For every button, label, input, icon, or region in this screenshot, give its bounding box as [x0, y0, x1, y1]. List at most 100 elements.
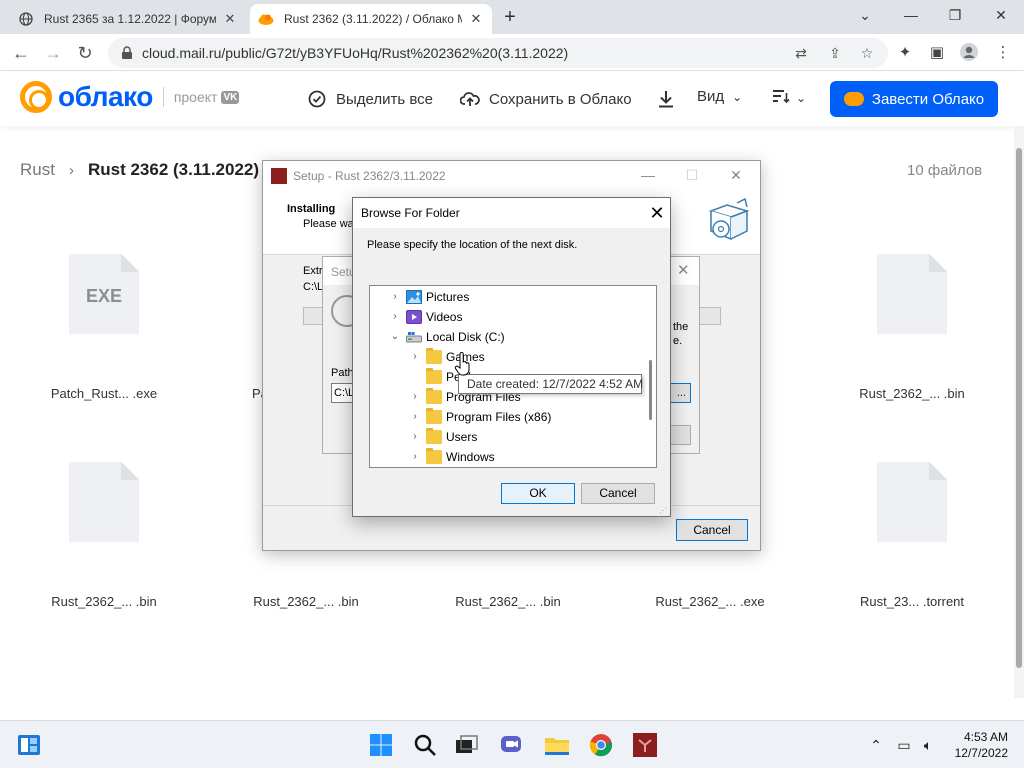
side-panel-icon[interactable]: ▣ [926, 42, 948, 64]
maximize-button[interactable]: ❐ [942, 4, 968, 26]
save-to-cloud-button[interactable]: Сохранить в Облако [459, 88, 632, 110]
tree-item-label: Program Files (x86) [446, 410, 552, 424]
tree-item-pictures[interactable]: › Pictures [370, 287, 646, 307]
file-name: Rust_23... .torrent [859, 594, 965, 609]
scrollbar-thumb[interactable] [649, 360, 652, 420]
chevron-down-icon[interactable]: ⌄ [852, 4, 878, 26]
close-window-button[interactable]: ✕ [988, 4, 1014, 26]
close-icon[interactable]: ✕ [677, 261, 690, 279]
dialog-text: the [673, 321, 689, 333]
file-item[interactable]: Rust_2362_... .bin [14, 462, 194, 609]
close-icon[interactable]: ✕ [645, 201, 669, 225]
task-view-icon[interactable] [452, 730, 482, 760]
extract-label: Extr [303, 265, 323, 277]
cancel-button[interactable]: Cancel [581, 483, 655, 504]
tree-item-users[interactable]: › Users [370, 427, 646, 447]
close-tab-icon[interactable]: ✕ [222, 11, 238, 27]
new-tab-button[interactable]: + [498, 6, 522, 30]
chevron-right-icon[interactable]: › [408, 390, 422, 404]
ok-button[interactable]: OK [501, 483, 575, 504]
translate-icon[interactable]: ⇄ [792, 44, 810, 62]
file-icon [877, 462, 947, 542]
extensions-icon[interactable]: ✦ [894, 42, 916, 64]
chevron-down-icon[interactable]: ⌄ [388, 330, 402, 344]
folder-icon [426, 368, 442, 384]
minimize-button[interactable]: — [898, 4, 924, 26]
drive-icon [406, 332, 422, 343]
scrollbar-thumb[interactable] [1016, 148, 1022, 668]
display-icon[interactable]: ▭ [894, 735, 914, 755]
url-text: cloud.mail.ru/public/G72t/yB3YFUoHq/Rust… [142, 45, 569, 61]
chevron-right-icon[interactable]: › [408, 430, 422, 444]
view-label: Вид [697, 88, 725, 105]
browser-toolbar: ← → ↻ cloud.mail.ru/public/G72t/yB3YFUoH… [0, 34, 1024, 71]
minimize-button[interactable]: — [637, 165, 659, 185]
breadcrumb-root-link[interactable]: Rust [20, 160, 55, 180]
browser-tab-forum[interactable]: Rust 2365 за 1.12.2022 | Форум о ✕ [10, 4, 246, 34]
chevron-right-icon[interactable]: › [388, 310, 402, 324]
page-scrollbar[interactable] [1014, 126, 1024, 698]
tree-item-windows[interactable]: › Windows [370, 447, 646, 467]
cloud-upload-icon [459, 88, 481, 110]
chevron-right-icon[interactable]: › [408, 350, 422, 364]
widgets-icon[interactable] [14, 730, 44, 760]
sort-dropdown[interactable]: ⌄ [772, 88, 806, 108]
search-icon[interactable] [410, 730, 440, 760]
windows-start-icon[interactable] [366, 730, 396, 760]
tree-item-program-files-x86[interactable]: › Program Files (x86) [370, 407, 646, 427]
tree-item-local-disk[interactable]: ⌄ Local Disk (C:) [370, 327, 646, 347]
maximize-button[interactable]: ☐ [681, 165, 703, 185]
setup-app-taskbar-icon[interactable] [630, 730, 660, 760]
videos-icon [406, 310, 422, 324]
chevron-right-icon[interactable]: › [408, 450, 422, 464]
file-item[interactable]: Rust_23... .torrent [822, 462, 1002, 609]
tree-scrollbar[interactable] [646, 286, 656, 467]
chrome-icon[interactable] [586, 730, 616, 760]
file-item[interactable]: EXE Patch_Rust... .exe [14, 254, 194, 401]
reload-icon[interactable]: ↻ [72, 40, 98, 66]
chevron-right-icon[interactable]: › [408, 410, 422, 424]
sort-icon [772, 88, 790, 108]
cloud-icon [843, 92, 864, 106]
create-cloud-button[interactable]: Завести Облако [830, 81, 998, 117]
tree-item-videos[interactable]: › Videos [370, 307, 646, 327]
folder-icon [426, 388, 442, 404]
dialog-instruction: Please specify the location of the next … [367, 239, 578, 251]
back-arrow-icon[interactable]: ← [8, 40, 34, 66]
file-explorer-icon[interactable] [542, 730, 572, 760]
extract-path: C:\L [303, 281, 324, 293]
close-button[interactable]: ✕ [725, 165, 747, 185]
view-dropdown[interactable]: Вид ⌄ [697, 88, 742, 105]
clock[interactable]: 4:53 AM 12/7/2022 [940, 729, 1008, 761]
dialog-title-bar: Browse For Folder ✕ [353, 198, 670, 228]
cloud-logo[interactable]: облако проект VK [20, 81, 240, 113]
chevron-right-icon[interactable]: › [388, 290, 402, 304]
select-all-button[interactable]: Выделить все [306, 88, 433, 110]
create-cloud-label: Завести Облако [871, 90, 985, 108]
setup-heading: Installing [287, 203, 336, 215]
browser-tab-cloud[interactable]: Rust 2362 (3.11.2022) / Облако M ✕ [250, 4, 492, 34]
at-logo-icon [20, 81, 52, 113]
file-item[interactable]: Rust_2362_... .bin [822, 254, 1002, 401]
setup-cancel-button[interactable]: Cancel [676, 519, 748, 541]
close-tab-icon[interactable]: ✕ [468, 11, 484, 27]
profile-avatar-icon[interactable] [958, 42, 980, 64]
address-bar[interactable]: cloud.mail.ru/public/G72t/yB3YFUoHq/Rust… [108, 38, 888, 68]
chat-icon[interactable] [496, 730, 526, 760]
hand-cursor-icon [454, 352, 470, 376]
bookmark-star-icon[interactable]: ☆ [858, 44, 876, 62]
cloud-header: облако проект VK Выделить все Сохранить … [0, 72, 1024, 126]
folder-tooltip: Date created: 12/7/2022 4:52 AM [458, 374, 643, 394]
pictures-icon [406, 290, 422, 304]
tree-item-games[interactable]: › Games [370, 347, 646, 367]
setup-title: Setup - Rust 2362/3.11.2022 [293, 169, 446, 183]
chevron-up-icon[interactable]: ⌃ [866, 735, 886, 755]
divider [162, 87, 164, 107]
menu-dots-icon[interactable]: ⋮ [992, 42, 1014, 64]
resize-grip-icon[interactable]: ⋰ [659, 506, 669, 516]
share-icon[interactable]: ⇪ [826, 44, 844, 62]
download-button[interactable] [655, 88, 685, 110]
volume-icon[interactable]: 🔈︎ [918, 735, 938, 755]
forward-arrow-icon[interactable]: → [40, 40, 66, 66]
